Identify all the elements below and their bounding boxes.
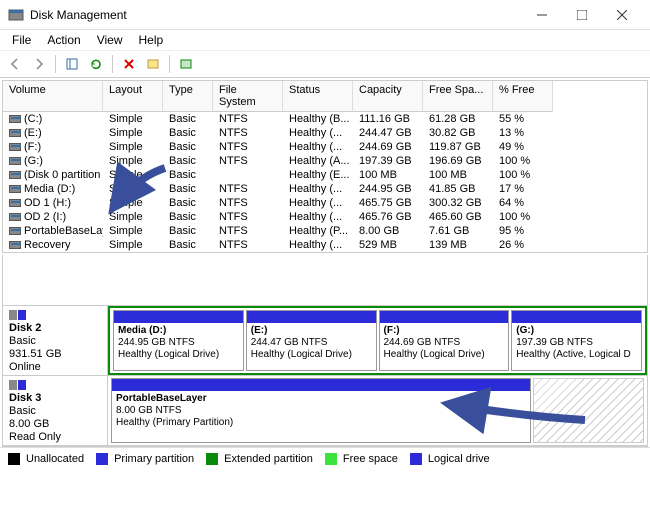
menu-file[interactable]: File: [4, 31, 39, 49]
col-type[interactable]: Type: [163, 81, 213, 112]
forward-button[interactable]: [28, 53, 50, 75]
volume-row[interactable]: Media (D:)SimpleBasicNTFSHealthy (...244…: [3, 182, 647, 196]
partition[interactable]: (E:)244.47 GB NTFSHealthy (Logical Drive…: [246, 310, 377, 371]
drive-icon: [9, 143, 21, 151]
volume-row[interactable]: PortableBaseLayerSimpleBasicNTFSHealthy …: [3, 224, 647, 238]
drive-icon: [9, 115, 21, 123]
properties-button[interactable]: [142, 53, 164, 75]
delete-button[interactable]: [118, 53, 140, 75]
refresh-button[interactable]: [85, 53, 107, 75]
drive-icon: [9, 157, 21, 165]
partition-portablebaselayer[interactable]: PortableBaseLayer8.00 GB NTFSHealthy (Pr…: [111, 378, 531, 443]
partition[interactable]: (G:)197.39 GB NTFSHealthy (Active, Logic…: [511, 310, 642, 371]
drive-icon: [9, 129, 21, 137]
drive-icon: [9, 171, 21, 179]
drive-icon: [9, 213, 21, 221]
swatch-unallocated: [8, 453, 20, 465]
disk-2-label: Disk 2 Basic 931.51 GB Online: [3, 306, 108, 375]
col-free[interactable]: Free Spa...: [423, 81, 493, 112]
disk-row-3[interactable]: Disk 3 Basic 8.00 GB Read Only PortableB…: [3, 376, 647, 446]
unallocated-space[interactable]: [533, 378, 644, 443]
disk-row-2[interactable]: Disk 2 Basic 931.51 GB Online Media (D:)…: [3, 306, 647, 376]
disk-graphic-pane[interactable]: Disk 2 Basic 931.51 GB Online Media (D:)…: [2, 305, 648, 447]
volume-row[interactable]: RecoverySimpleBasicNTFSHealthy (...529 M…: [3, 238, 647, 252]
partition[interactable]: Media (D:)244.95 GB NTFSHealthy (Logical…: [113, 310, 244, 371]
disk-2-partitions: Media (D:)244.95 GB NTFSHealthy (Logical…: [108, 306, 647, 375]
close-button[interactable]: [602, 0, 642, 30]
titlebar: Disk Management: [0, 0, 650, 30]
volume-row[interactable]: (G:)SimpleBasicNTFSHealthy (A...197.39 G…: [3, 154, 647, 168]
col-layout[interactable]: Layout: [103, 81, 163, 112]
col-status[interactable]: Status: [283, 81, 353, 112]
volume-row[interactable]: OD 1 (H:)SimpleBasicNTFSHealthy (...465.…: [3, 196, 647, 210]
toolbar: [0, 50, 650, 78]
volume-header-row: Volume Layout Type File System Status Ca…: [3, 81, 647, 112]
col-pct[interactable]: % Free: [493, 81, 553, 112]
menubar: File Action View Help: [0, 30, 650, 50]
volume-list[interactable]: Volume Layout Type File System Status Ca…: [2, 80, 648, 253]
swatch-free: [325, 453, 337, 465]
legend: Unallocated Primary partition Extended p…: [0, 447, 650, 469]
col-volume[interactable]: Volume: [3, 81, 103, 112]
menu-action[interactable]: Action: [39, 31, 88, 49]
swatch-logical: [410, 453, 422, 465]
swatch-extended: [206, 453, 218, 465]
swatch-primary: [96, 453, 108, 465]
drive-icon: [9, 185, 21, 193]
settings-button[interactable]: [61, 53, 83, 75]
drive-icon: [9, 199, 21, 207]
app-icon: [8, 7, 24, 23]
help-button[interactable]: [175, 53, 197, 75]
partition[interactable]: (F:)244.69 GB NTFSHealthy (Logical Drive…: [379, 310, 510, 371]
col-fs[interactable]: File System: [213, 81, 283, 112]
disk-3-partitions: PortableBaseLayer8.00 GB NTFSHealthy (Pr…: [108, 376, 647, 445]
window-title: Disk Management: [30, 8, 522, 22]
volume-row[interactable]: OD 2 (I:)SimpleBasicNTFSHealthy (...465.…: [3, 210, 647, 224]
menu-help[interactable]: Help: [131, 31, 172, 49]
menu-view[interactable]: View: [89, 31, 131, 49]
maximize-button[interactable]: [562, 0, 602, 30]
drive-icon: [9, 227, 21, 235]
volume-row[interactable]: (Disk 0 partition 2)SimpleBasicHealthy (…: [3, 168, 647, 182]
back-button[interactable]: [4, 53, 26, 75]
volume-row[interactable]: (C:)SimpleBasicNTFSHealthy (B...111.16 G…: [3, 112, 647, 126]
disk-3-label: Disk 3 Basic 8.00 GB Read Only: [3, 376, 108, 445]
minimize-button[interactable]: [522, 0, 562, 30]
col-capacity[interactable]: Capacity: [353, 81, 423, 112]
volume-row[interactable]: (F:)SimpleBasicNTFSHealthy (...244.69 GB…: [3, 140, 647, 154]
volume-row[interactable]: (E:)SimpleBasicNTFSHealthy (...244.47 GB…: [3, 126, 647, 140]
drive-icon: [9, 241, 21, 249]
